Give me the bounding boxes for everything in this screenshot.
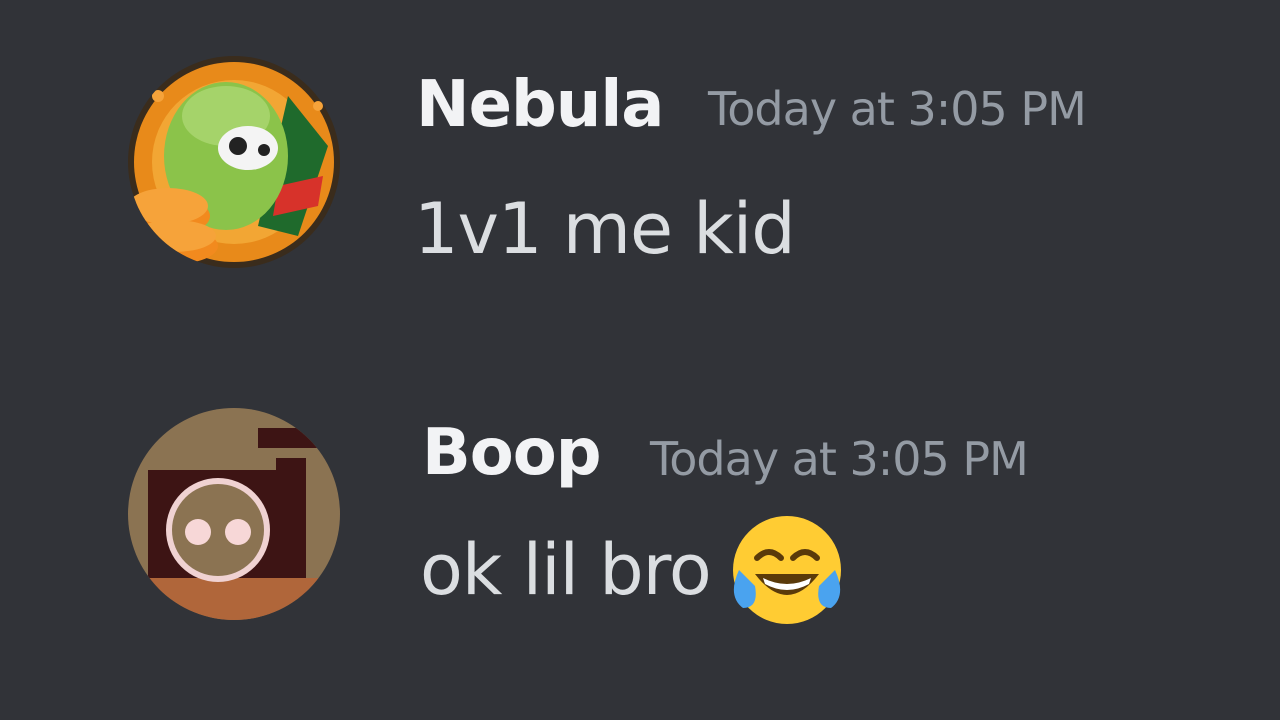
timestamp: Today at 3:05 PM [708,82,1087,136]
message-text: ok lil bro [420,512,845,628]
robot-avatar-icon [128,408,340,620]
alpaca-avatar-icon [128,56,340,268]
face-with-tears-of-joy-icon [729,512,845,628]
nebula-avatar[interactable] [128,56,340,268]
chat-messages: Nebula Today at 3:05 PM 1v1 me kid Boop … [0,0,1280,720]
message-body: 1v1 me kid [414,188,796,270]
username[interactable]: Nebula [416,68,664,142]
timestamp: Today at 3:05 PM [650,432,1029,486]
boop-avatar[interactable] [128,408,340,620]
username[interactable]: Boop [422,416,602,490]
message-body: ok lil bro [420,529,712,611]
message-text: 1v1 me kid [414,188,796,270]
